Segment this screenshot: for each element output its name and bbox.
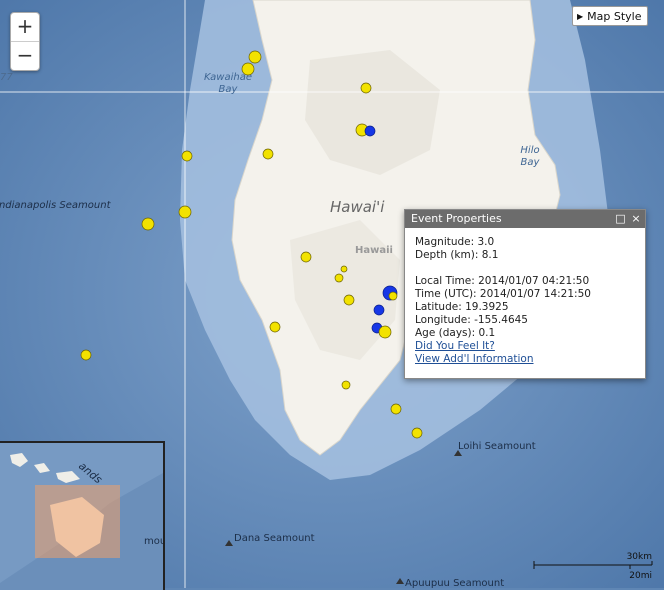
earthquake-marker[interactable]: [390, 403, 402, 415]
label-hilo-bay: Hilo Bay: [520, 145, 540, 168]
magnitude-text: Magnitude: 3.0: [415, 236, 495, 248]
overview-inset-map[interactable]: ands mount: [0, 441, 165, 590]
map-style-button[interactable]: ▶ Map Style: [572, 6, 648, 26]
earthquake-marker[interactable]: [364, 125, 376, 137]
popup-header: Event Properties □ ×: [405, 210, 645, 228]
scale-mi-label: 20mi: [629, 571, 652, 581]
earthquake-marker[interactable]: [300, 251, 312, 263]
popup-body: Magnitude: 3.0 Depth (km): 8.1 Local Tim…: [405, 228, 645, 366]
earthquake-marker[interactable]: [388, 291, 398, 301]
depth-text: Depth (km): 8.1: [415, 249, 499, 261]
earthquake-marker[interactable]: [269, 321, 281, 333]
earthquake-marker[interactable]: [373, 304, 385, 316]
local-time-text: Local Time: 2014/01/07 04:21:50: [415, 275, 590, 287]
close-icon[interactable]: ×: [630, 210, 642, 228]
popup-title: Event Properties: [411, 212, 502, 225]
earthquake-marker[interactable]: [343, 294, 355, 306]
earthquake-marker[interactable]: [378, 325, 392, 339]
earthquake-marker[interactable]: [141, 217, 155, 231]
earthquake-marker[interactable]: [360, 82, 372, 94]
zoom-control: + −: [10, 12, 40, 71]
earthquake-marker[interactable]: [334, 273, 344, 283]
earthquake-marker[interactable]: [248, 50, 262, 64]
earthquake-marker[interactable]: [340, 265, 348, 273]
earthquake-marker[interactable]: [80, 349, 92, 361]
longitude-text: Longitude: -155.4645: [415, 314, 528, 326]
view-additional-info-link[interactable]: View Add'l Information: [415, 353, 645, 366]
event-properties-popup: Event Properties □ × Magnitude: 3.0 Dept…: [404, 209, 646, 379]
latitude-text: Latitude: 19.3925: [415, 301, 509, 313]
triangle-right-icon: ▶: [577, 12, 584, 21]
earthquake-marker[interactable]: [178, 205, 192, 219]
label-apuupuu-seamount: Apuupuu Seamount: [405, 578, 504, 588]
label-loihi-seamount: Loihi Seamount: [458, 441, 536, 452]
earthquake-marker[interactable]: [411, 427, 423, 439]
earthquake-marker[interactable]: [262, 148, 274, 160]
earthquake-marker[interactable]: [341, 380, 351, 390]
edge-number: 77: [0, 72, 13, 83]
scale-km-label: 30km: [627, 552, 652, 562]
inset-label: mount: [144, 536, 163, 547]
did-you-feel-it-link[interactable]: Did You Feel It?: [415, 340, 645, 353]
inset-extent-box: [35, 485, 120, 558]
utc-time-text: Time (UTC): 2014/01/07 14:21:50: [415, 288, 591, 300]
label-indianapolis-seamount: Indianapolis Seamount: [0, 200, 112, 211]
age-text: Age (days): 0.1: [415, 327, 496, 339]
label-district: Hawaii: [355, 245, 393, 256]
label-island: Hawai'i: [330, 198, 385, 216]
maximize-icon[interactable]: □: [615, 210, 627, 228]
zoom-out-button[interactable]: −: [11, 42, 39, 70]
earthquake-marker[interactable]: [241, 62, 255, 76]
scale-bar: 30km 20mi: [532, 551, 654, 581]
earthquake-marker[interactable]: [181, 150, 193, 162]
label-dana-seamount: Dana Seamount: [234, 533, 315, 544]
map-style-label: Map Style: [587, 10, 642, 23]
zoom-in-button[interactable]: +: [11, 13, 39, 42]
